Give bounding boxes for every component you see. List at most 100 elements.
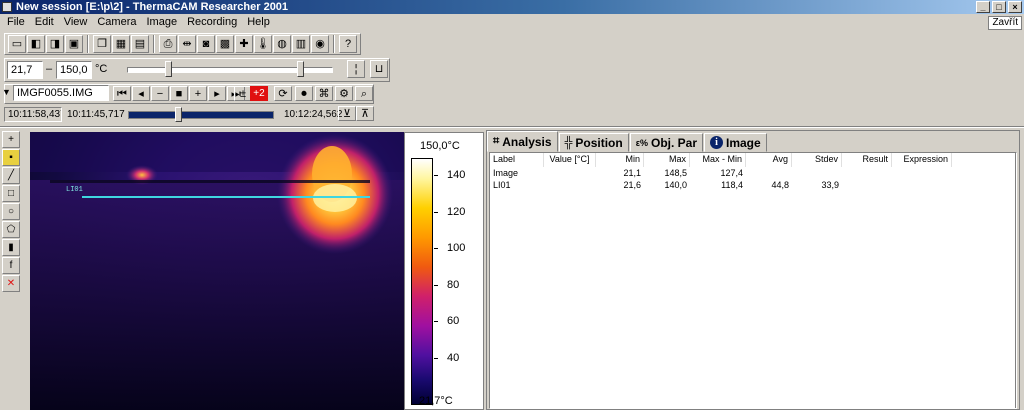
range-dash: –	[46, 63, 53, 75]
col-value[interactable]: Value [°C]	[544, 153, 596, 167]
menu-camera[interactable]: Camera	[92, 14, 141, 30]
save-icon[interactable]: ▣	[65, 35, 83, 53]
link-icon[interactable]: ⇹	[178, 35, 196, 53]
isotherm-icon[interactable]: ▮	[2, 239, 20, 256]
info-icon: i	[710, 136, 723, 149]
table-row[interactable]: Image 21,1 148,5 127,4	[490, 168, 1016, 179]
menu-image[interactable]: Image	[141, 14, 182, 30]
close-document-button[interactable]: Zavřít	[988, 16, 1022, 30]
col-stdev[interactable]: Stdev	[792, 153, 842, 167]
table-header: Label Value [°C] Min Max Max - Min Avg S…	[490, 153, 1016, 167]
analysis-panel: ⌗ Analysis ╬ Position ε% Obj. Par i Imag…	[486, 130, 1020, 410]
time-seek-track	[128, 111, 274, 119]
formula-icon[interactable]: f	[2, 257, 20, 274]
range-low-input[interactable]: 21,7	[7, 61, 43, 79]
polygon-icon[interactable]: ⬠	[2, 221, 20, 238]
camera-icon[interactable]: ◙	[197, 35, 215, 53]
position-icon: ╬	[564, 136, 573, 149]
menu-file[interactable]: File	[2, 14, 30, 30]
filename-input[interactable]: IMGF0055.IMG	[13, 85, 109, 101]
col-result[interactable]: Result	[842, 153, 892, 167]
mark-end-icon[interactable]: ⊼	[356, 106, 374, 121]
tab-analysis[interactable]: ⌗ Analysis	[487, 131, 558, 152]
col-avg[interactable]: Avg	[746, 153, 792, 167]
tick-120: 120	[434, 206, 465, 218]
scale-max-label: 150,0°C	[420, 140, 460, 152]
range-lock-icon[interactable]: ⊔	[370, 60, 388, 78]
help-icon[interactable]: ?	[339, 35, 357, 53]
stop-icon[interactable]: ■	[170, 86, 188, 101]
globe-icon[interactable]: ◍	[273, 35, 291, 53]
col-max[interactable]: Max	[644, 153, 690, 167]
menu-edit[interactable]: Edit	[30, 14, 59, 30]
mark-start-icon[interactable]: ⊻	[338, 106, 356, 121]
range-low-thumb[interactable]	[165, 61, 173, 77]
line-icon[interactable]: ╱	[2, 167, 20, 184]
tick-80: 80	[434, 279, 459, 291]
analysis-tools: + ▪ ╱ □ ○ ⬠ ▮ f ✕	[2, 131, 22, 292]
tab-position[interactable]: ╬ Position	[558, 133, 629, 152]
range-high-thumb[interactable]	[297, 61, 305, 77]
thermometer-icon[interactable]: 🌡	[254, 35, 272, 53]
time-seek-thumb[interactable]	[174, 107, 182, 122]
tick-40: 40	[434, 352, 459, 364]
start-time: 10:11:58,437	[4, 107, 62, 122]
circle-icon[interactable]: ○	[2, 203, 20, 220]
tick-100: 100	[434, 242, 465, 254]
line-label: LI01	[66, 186, 83, 194]
minus-icon[interactable]: −	[151, 86, 169, 101]
table-row[interactable]: LI01 21,6 140,0 118,4 44,8 33,9	[490, 180, 1016, 191]
obj-par-icon: ε%	[635, 137, 648, 148]
report-icon[interactable]: ▥	[292, 35, 310, 53]
auto-adjust-icon[interactable]: ¦	[347, 60, 365, 78]
thermal-image[interactable]	[30, 132, 404, 410]
minimize-button[interactable]: _	[976, 1, 990, 13]
palette-icon[interactable]: ◉	[311, 35, 329, 53]
tab-image[interactable]: i Image	[704, 133, 767, 152]
refresh-icon[interactable]: ⟳	[274, 86, 292, 101]
col-expression[interactable]: Expression	[892, 153, 952, 167]
analysis-icon: ⌗	[493, 135, 500, 147]
scale-min-label: 21,7°C	[419, 395, 453, 407]
delete-icon[interactable]: ✕	[2, 275, 20, 292]
close-button[interactable]: ×	[1008, 1, 1022, 13]
menu-view[interactable]: View	[59, 14, 93, 30]
record-icon[interactable]: ⏺	[295, 86, 313, 101]
add-icon[interactable]: +	[2, 131, 20, 148]
prev-frame-icon[interactable]: ◂	[132, 86, 150, 101]
image-icon[interactable]: ▩	[216, 35, 234, 53]
results-table: Label Value [°C] Min Max Max - Min Avg S…	[489, 152, 1017, 409]
col-min[interactable]: Min	[596, 153, 644, 167]
end-time: 10:12:24,562	[284, 109, 343, 120]
title-bar: New session [E:\p\2] - ThermaCAM Researc…	[0, 0, 1024, 14]
new-icon[interactable]: ▭	[8, 35, 26, 53]
temperature-scale: 150,0°C 140 120 100 80 60 40 21,7°C	[404, 132, 484, 410]
first-frame-icon[interactable]: ⏮	[113, 86, 131, 101]
copy-icon[interactable]: ❐	[93, 35, 111, 53]
zoom-icon[interactable]: ✚	[235, 35, 253, 53]
spot-icon[interactable]: ▪	[2, 149, 20, 166]
find-icon[interactable]: ⌕	[355, 86, 373, 101]
col-label[interactable]: Label	[490, 153, 544, 167]
tick-60: 60	[434, 315, 459, 327]
sequence-icon[interactable]: ⌘	[315, 86, 333, 101]
paste-icon[interactable]: ▤	[131, 35, 149, 53]
copy-image-icon[interactable]: ▦	[112, 35, 130, 53]
step-value[interactable]: +2	[250, 86, 268, 101]
frames-icon[interactable]: ⚙	[335, 86, 353, 101]
menu-recording[interactable]: Recording	[182, 14, 242, 30]
next-frame-icon[interactable]: ▸	[208, 86, 226, 101]
tick-140: 140	[434, 169, 465, 181]
tab-obj-par[interactable]: ε% Obj. Par	[629, 133, 703, 152]
maximize-button[interactable]: □	[992, 1, 1006, 13]
open-folder-icon[interactable]: ◧	[27, 35, 45, 53]
range-unit: °C	[95, 63, 108, 75]
menu-help[interactable]: Help	[242, 14, 275, 30]
range-high-input[interactable]: 150,0	[56, 61, 92, 79]
col-max-min[interactable]: Max - Min	[690, 153, 746, 167]
dropdown-icon[interactable]: ▼	[2, 87, 11, 97]
open-recent-icon[interactable]: ◨	[46, 35, 64, 53]
box-icon[interactable]: □	[2, 185, 20, 202]
print-icon[interactable]: ⎙	[159, 35, 177, 53]
plus-icon[interactable]: +	[189, 86, 207, 101]
